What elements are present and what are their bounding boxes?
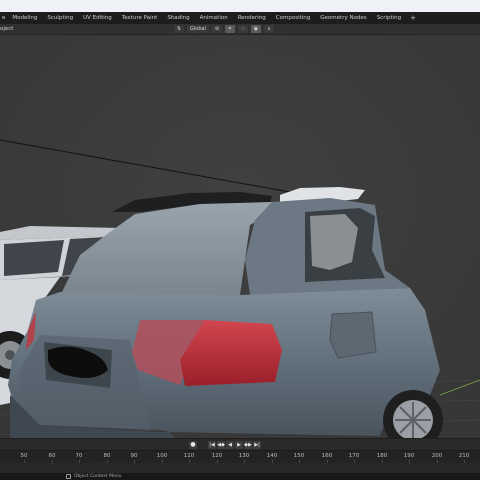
status-bar: Object Context Menu bbox=[0, 473, 480, 480]
tab-compositing[interactable]: Compositing bbox=[271, 12, 315, 24]
next-keyframe-button[interactable]: ◆▶ bbox=[244, 441, 252, 449]
frame-label: 80 bbox=[103, 453, 111, 459]
playback-controls: |◀ ◀◆ ◀ ▶ ◆▶ ▶| bbox=[208, 441, 261, 449]
frame-label: 100 bbox=[156, 453, 168, 459]
frame-label: 150 bbox=[293, 453, 305, 459]
tab-animation[interactable]: Animation bbox=[195, 12, 233, 24]
frame-label: 90 bbox=[130, 453, 138, 459]
tab-texture-paint[interactable]: Texture Paint bbox=[117, 12, 163, 24]
frame-label: 170 bbox=[348, 453, 360, 459]
frame-label: 210 bbox=[458, 453, 470, 459]
frame-label: 190 bbox=[403, 453, 415, 459]
frame-label: 110 bbox=[183, 453, 195, 459]
timeline-ruler[interactable]: 50 60 70 80 90 100 110 120 130 140 150 1… bbox=[0, 450, 480, 464]
play-button[interactable]: ▶ bbox=[235, 441, 243, 449]
timeline-track-area[interactable] bbox=[0, 463, 480, 473]
tab-uv-editing[interactable]: UV Editing bbox=[78, 12, 117, 24]
tab-sculpting[interactable]: Sculpting bbox=[42, 12, 78, 24]
jump-to-start-button[interactable]: |◀ bbox=[208, 441, 216, 449]
3d-viewport[interactable] bbox=[0, 35, 480, 438]
frame-label: 60 bbox=[48, 453, 56, 459]
jump-to-end-button[interactable]: ▶| bbox=[253, 441, 261, 449]
status-hint: Object Context Menu bbox=[74, 474, 122, 479]
proportional-edit-icon[interactable]: ◉ bbox=[250, 25, 261, 33]
tab-geometry-nodes[interactable]: Geometry Nodes bbox=[315, 12, 371, 24]
frame-label: 180 bbox=[376, 453, 388, 459]
tab-modeling[interactable]: Modeling bbox=[7, 12, 42, 24]
object-menu[interactable]: oject bbox=[0, 24, 13, 34]
snap-icon[interactable]: ⌗ bbox=[224, 25, 235, 33]
frame-label: 200 bbox=[431, 453, 443, 459]
frame-label: 130 bbox=[238, 453, 250, 459]
fuel-cap bbox=[329, 311, 377, 359]
viewport-header: oject ⇅ Global ⊘ ⌗ ∷ ◉ ∧ bbox=[0, 24, 480, 35]
frame-label: 160 bbox=[321, 453, 333, 459]
frame-label: 120 bbox=[211, 453, 223, 459]
frame-label: 70 bbox=[75, 453, 83, 459]
prev-keyframe-button[interactable]: ◀◆ bbox=[217, 441, 225, 449]
frame-label: 140 bbox=[266, 453, 278, 459]
falloff-curve-icon[interactable]: ∧ bbox=[263, 25, 274, 33]
add-workspace-button[interactable]: + bbox=[406, 12, 420, 24]
play-reverse-button[interactable]: ◀ bbox=[226, 441, 234, 449]
orientation-dropdown[interactable]: Global bbox=[187, 25, 209, 33]
tab-scripting[interactable]: Scripting bbox=[372, 12, 406, 24]
transform-tools: ⇅ Global ⊘ ⌗ ∷ ◉ ∧ bbox=[174, 25, 274, 33]
workspace-tabs: e Modeling Sculpting UV Editing Texture … bbox=[0, 12, 480, 24]
pivot-link-icon[interactable]: ⊘ bbox=[211, 25, 222, 33]
mouse-right-icon bbox=[66, 474, 71, 479]
snap-grid-icon[interactable]: ∷ bbox=[237, 25, 248, 33]
viewport-scene bbox=[0, 35, 480, 438]
frame-label: 50 bbox=[20, 453, 28, 459]
tab-shading[interactable]: Shading bbox=[162, 12, 194, 24]
tab-layout[interactable]: e bbox=[0, 12, 7, 24]
tab-rendering[interactable]: Rendering bbox=[233, 12, 271, 24]
os-title-strip bbox=[0, 0, 480, 12]
auto-keying-button[interactable]: ● bbox=[189, 441, 197, 449]
orientation-icon[interactable]: ⇅ bbox=[174, 25, 184, 33]
